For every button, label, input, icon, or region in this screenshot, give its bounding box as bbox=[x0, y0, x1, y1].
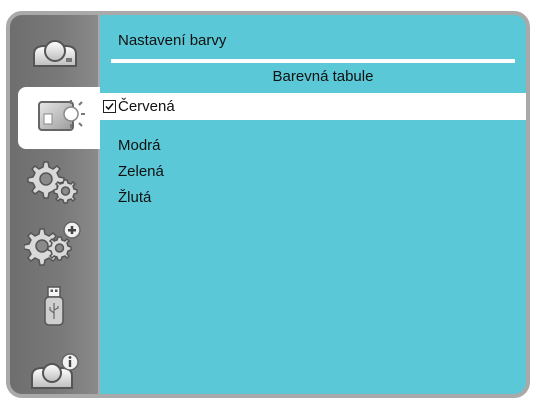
option-label: Zelená bbox=[118, 163, 164, 180]
option-label: Modrá bbox=[118, 137, 161, 154]
projector-icon bbox=[26, 32, 82, 77]
display-settings-icon bbox=[33, 94, 89, 143]
page-title: Nastavení barvy bbox=[118, 32, 227, 49]
projector-info-icon bbox=[26, 350, 82, 395]
sidebar-item-info[interactable] bbox=[10, 343, 98, 395]
checkbox-checked-icon bbox=[103, 100, 116, 113]
option-label: Červená bbox=[118, 98, 175, 115]
sidebar-item-usb[interactable] bbox=[10, 279, 98, 341]
title-divider bbox=[111, 59, 515, 63]
menu-panel: Nastavení barvy Barevná tabule Červená M… bbox=[100, 15, 526, 394]
option-label: Žlutá bbox=[118, 189, 152, 206]
usb-drive-icon bbox=[34, 283, 74, 338]
osd-menu-frame: Nastavení barvy Barevná tabule Červená M… bbox=[6, 11, 530, 398]
sidebar-item-picture[interactable] bbox=[10, 23, 98, 85]
sidebar-item-display[interactable] bbox=[18, 87, 104, 149]
option-yellow[interactable]: Žlutá bbox=[100, 184, 526, 211]
section-heading: Barevná tabule bbox=[272, 68, 374, 85]
advanced-settings-icon bbox=[23, 219, 84, 274]
sidebar-item-advanced[interactable] bbox=[10, 215, 98, 277]
option-blue[interactable]: Modrá bbox=[100, 132, 526, 159]
sidebar bbox=[10, 15, 104, 394]
sidebar-item-setup[interactable] bbox=[10, 151, 98, 213]
option-green[interactable]: Zelená bbox=[100, 158, 526, 185]
option-red[interactable]: Červená bbox=[100, 93, 526, 120]
settings-gears-icon bbox=[26, 156, 82, 209]
